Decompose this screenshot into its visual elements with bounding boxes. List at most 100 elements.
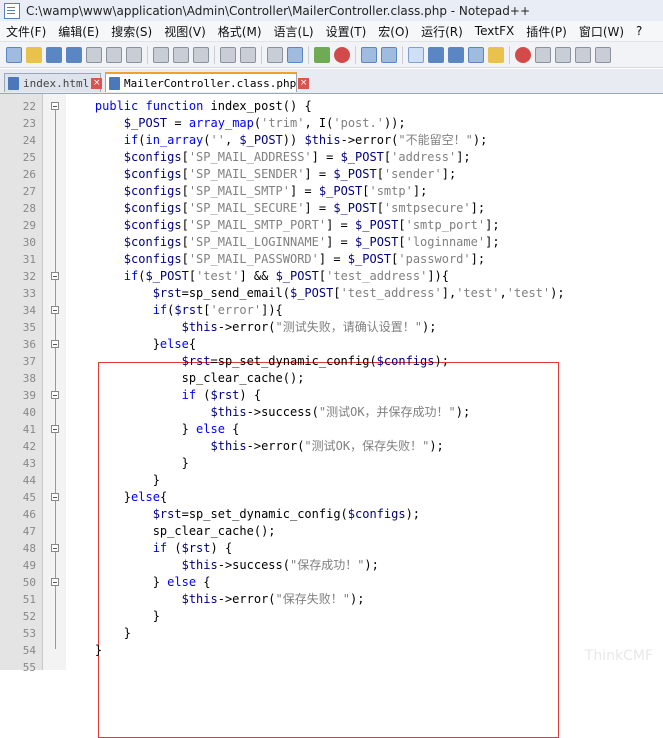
code-line[interactable]: 45 }else{: [0, 489, 663, 506]
toolbar-separator: [402, 45, 403, 64]
copy-icon[interactable]: [173, 46, 189, 63]
doc-map-icon[interactable]: [488, 46, 504, 63]
paste-icon[interactable]: [193, 46, 209, 63]
code-line[interactable]: 38 sp_clear_cache();: [0, 370, 663, 387]
code-editor[interactable]: ThinkCMF 22 public function index_post()…: [0, 94, 663, 738]
code-line[interactable]: 49 $this->success("保存成功！");: [0, 557, 663, 574]
code-line[interactable]: 26 $configs['SP_MAIL_SENDER'] = $_POST['…: [0, 166, 663, 183]
language-icon[interactable]: [468, 46, 484, 63]
tab-index-html[interactable]: index.html ×: [4, 73, 103, 92]
print-icon[interactable]: [126, 46, 142, 63]
menu-item[interactable]: 运行(R): [415, 23, 469, 40]
code-line[interactable]: 44 }: [0, 472, 663, 489]
window-title: C:\wamp\www\application\Admin\Controller…: [26, 3, 530, 18]
word-wrap-icon[interactable]: [408, 46, 424, 63]
undo-icon[interactable]: [220, 46, 236, 63]
open-file-icon[interactable]: [26, 46, 42, 63]
fold-toggle-icon[interactable]: [51, 102, 59, 110]
fold-toggle-icon[interactable]: [51, 391, 59, 399]
code-line[interactable]: 33 $rst=sp_send_email($_POST['test_addre…: [0, 285, 663, 302]
cut-icon[interactable]: [153, 46, 169, 63]
code-line[interactable]: 46 $rst=sp_set_dynamic_config($configs);: [0, 506, 663, 523]
code-line[interactable]: 50 } else {: [0, 574, 663, 591]
line-number: 40: [22, 406, 36, 419]
menu-item[interactable]: TextFX: [469, 24, 520, 38]
zoom-out-icon[interactable]: [334, 46, 350, 63]
menu-item[interactable]: 搜索(S): [105, 23, 158, 40]
tab-mailer-controller[interactable]: MailerController.class.php ×: [105, 72, 310, 92]
menu-item[interactable]: 插件(P): [520, 23, 573, 40]
fold-toggle-icon[interactable]: [51, 493, 59, 501]
line-number: 50: [22, 576, 36, 589]
menu-item[interactable]: 格式(M): [212, 23, 268, 40]
play-multiple-icon[interactable]: [575, 46, 591, 63]
indent-guide-icon[interactable]: [448, 46, 464, 63]
replace-icon[interactable]: [287, 46, 303, 63]
menu-item[interactable]: 宏(O): [372, 23, 415, 40]
code-line[interactable]: 28 $configs['SP_MAIL_SECURE'] = $_POST['…: [0, 200, 663, 217]
close-icon[interactable]: ×: [91, 77, 103, 89]
sync-vertical-icon[interactable]: [361, 46, 377, 63]
sync-horizontal-icon[interactable]: [381, 46, 397, 63]
menu-item[interactable]: ?: [630, 24, 648, 38]
menu-item[interactable]: 文件(F): [0, 23, 52, 40]
code-line[interactable]: 37 $rst=sp_set_dynamic_config($configs);: [0, 353, 663, 370]
save-all-icon[interactable]: [66, 46, 82, 63]
menu-item[interactable]: 窗口(W): [573, 23, 630, 40]
close-file-icon[interactable]: [86, 46, 102, 63]
close-icon[interactable]: ×: [298, 77, 310, 89]
code-line[interactable]: 32 if($_POST['test'] && $_POST['test_add…: [0, 268, 663, 285]
code-line[interactable]: 23 $_POST = array_map('trim', I('post.')…: [0, 115, 663, 132]
menu-item[interactable]: 视图(V): [158, 23, 212, 40]
code-line[interactable]: 36 }else{: [0, 336, 663, 353]
record-macro-icon[interactable]: [515, 46, 531, 63]
redo-icon[interactable]: [240, 46, 256, 63]
code-line[interactable]: 39 if ($rst) {: [0, 387, 663, 404]
code-line[interactable]: 41 } else {: [0, 421, 663, 438]
fold-toggle-icon[interactable]: [51, 306, 59, 314]
code-text: $this->error("测试失败，请确认设置！");: [181, 320, 437, 334]
menu-item[interactable]: 编辑(E): [52, 23, 105, 40]
menu-item[interactable]: 设置(T): [320, 23, 373, 40]
code-line[interactable]: 47 sp_clear_cache();: [0, 523, 663, 540]
code-line[interactable]: 52 }: [0, 608, 663, 625]
show-all-chars-icon[interactable]: [428, 46, 444, 63]
code-line[interactable]: 51 $this->error("保存失败！");: [0, 591, 663, 608]
code-line[interactable]: 42 $this->error("测试OK，保存失败！");: [0, 438, 663, 455]
line-number: 35: [22, 321, 36, 334]
code-line[interactable]: 25 $configs['SP_MAIL_ADDRESS'] = $_POST[…: [0, 149, 663, 166]
code-line[interactable]: 34 if($rst['error']){: [0, 302, 663, 319]
code-line[interactable]: 53 }: [0, 625, 663, 642]
save-icon[interactable]: [46, 46, 62, 63]
save-macro-icon[interactable]: [595, 46, 611, 63]
play-macro-icon[interactable]: [555, 46, 571, 63]
line-number: 22: [22, 100, 36, 113]
code-line[interactable]: 29 $configs['SP_MAIL_SMTP_PORT'] = $_POS…: [0, 217, 663, 234]
code-line[interactable]: 35 $this->error("测试失败，请确认设置！");: [0, 319, 663, 336]
toolbar-separator: [147, 45, 148, 64]
line-number: 48: [22, 542, 36, 555]
tab-label: MailerController.class.php: [124, 76, 297, 90]
code-line[interactable]: 55: [0, 659, 663, 676]
menu-item[interactable]: 语言(L): [268, 23, 320, 40]
code-line[interactable]: 48 if ($rst) {: [0, 540, 663, 557]
code-line[interactable]: 54 }: [0, 642, 663, 659]
fold-toggle-icon[interactable]: [51, 425, 59, 433]
code-line[interactable]: 40 $this->success("测试OK，并保存成功！");: [0, 404, 663, 421]
fold-toggle-icon[interactable]: [51, 544, 59, 552]
code-line[interactable]: 22 public function index_post() {: [0, 98, 663, 115]
code-line[interactable]: 43 }: [0, 455, 663, 472]
code-line[interactable]: 31 $configs['SP_MAIL_PASSWORD'] = $_POST…: [0, 251, 663, 268]
fold-toggle-icon[interactable]: [51, 578, 59, 586]
code-line[interactable]: 30 $configs['SP_MAIL_LOGINNAME'] = $_POS…: [0, 234, 663, 251]
close-all-icon[interactable]: [106, 46, 122, 63]
stop-macro-icon[interactable]: [535, 46, 551, 63]
new-file-icon[interactable]: [6, 46, 22, 63]
code-line[interactable]: 27 $configs['SP_MAIL_SMTP'] = $_POST['sm…: [0, 183, 663, 200]
line-number: 46: [22, 508, 36, 521]
find-icon[interactable]: [267, 46, 283, 63]
fold-toggle-icon[interactable]: [51, 340, 59, 348]
fold-toggle-icon[interactable]: [51, 272, 59, 280]
zoom-in-icon[interactable]: [314, 46, 330, 63]
code-line[interactable]: 24 if(in_array('', $_POST)) $this->error…: [0, 132, 663, 149]
